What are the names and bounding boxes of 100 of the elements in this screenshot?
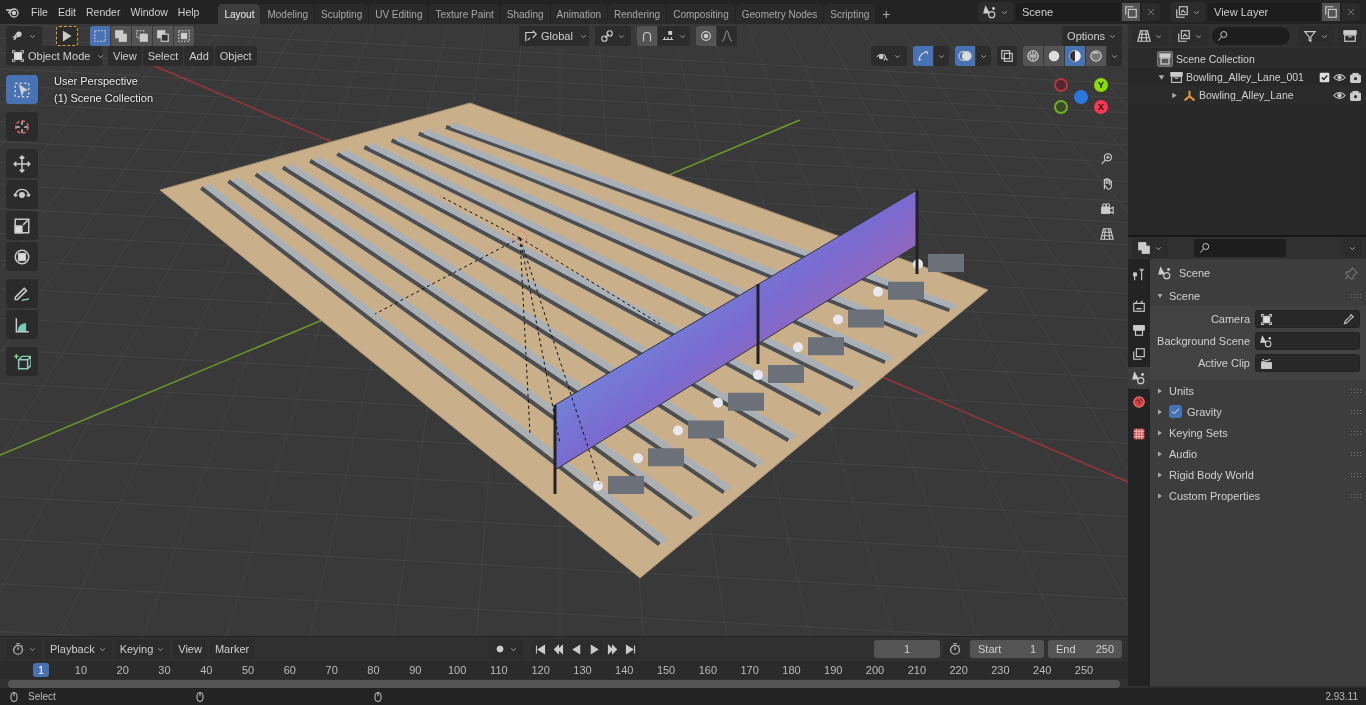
panel-header[interactable]: Rigid Body World [1169, 468, 1254, 481]
panel-header[interactable]: Units [1169, 384, 1195, 397]
workspace-tab[interactable]: Animation [550, 4, 607, 24]
transform-tool-button[interactable] [6, 242, 38, 271]
timeline-menu[interactable]: Marker [209, 639, 255, 659]
workspace-tab[interactable]: Rendering [608, 4, 667, 24]
measure-tool-button[interactable] [6, 310, 38, 339]
previous-keyframe-button[interactable] [550, 639, 568, 659]
data-field[interactable] [1255, 332, 1360, 350]
start-frame-field[interactable]: Start 1 [970, 640, 1044, 658]
play-button[interactable] [586, 639, 604, 659]
view-layer-dropdown[interactable] [1172, 26, 1208, 46]
end-frame-field[interactable]: End 250 [1048, 640, 1122, 658]
new-view-layer-button[interactable] [1322, 3, 1340, 21]
next-keyframe-button[interactable] [604, 639, 622, 659]
shading-mode-button[interactable] [1065, 46, 1085, 66]
options-dropdown[interactable]: Options [1062, 26, 1122, 46]
move-tool-button[interactable] [6, 149, 38, 178]
timeline-menu[interactable]: Playback [45, 639, 112, 659]
jump-end-button[interactable] [622, 639, 640, 659]
auto-keying-toggle[interactable] [489, 639, 524, 659]
viewport-menu[interactable]: View [108, 46, 142, 66]
falloff-dropdown[interactable] [717, 26, 738, 46]
selection-mode-button[interactable] [153, 26, 173, 46]
active-tool-button[interactable] [56, 26, 78, 46]
timeline-menu[interactable]: Keying [114, 639, 171, 659]
annotate-tool-button[interactable] [6, 279, 38, 308]
workspace-tab[interactable]: Sculpting [315, 4, 369, 24]
scene-name-field[interactable]: Scene [1016, 3, 1120, 21]
workspace-tab[interactable]: Shading [500, 4, 550, 24]
scene-browse-dropdown[interactable] [978, 2, 1014, 22]
play-reverse-button[interactable] [568, 639, 586, 659]
shading-mode-button[interactable] [1023, 46, 1043, 66]
orientation-dropdown[interactable]: Global [519, 26, 590, 46]
snap-toggle[interactable] [637, 26, 658, 46]
jump-start-button[interactable] [532, 639, 550, 659]
checkbox[interactable] [1169, 405, 1182, 418]
scale-tool-button[interactable] [6, 211, 38, 240]
viewport-menu[interactable]: Select [142, 46, 184, 66]
menu-item[interactable]: Window [125, 2, 173, 22]
view-layer-browse-dropdown[interactable] [1170, 2, 1206, 22]
panel-header[interactable]: Audio [1169, 447, 1198, 460]
viewport-menu[interactable]: Object [214, 46, 257, 66]
outliner-item[interactable]: Bowling_Alley_Lane_001 [1186, 71, 1304, 83]
display-mode-dropdown[interactable] [1132, 26, 1168, 46]
snap-dropdown[interactable] [658, 26, 691, 46]
selection-mode-button[interactable] [111, 26, 131, 46]
overlay-toggle-dropdown[interactable] [976, 46, 991, 66]
xray-toggle[interactable] [997, 46, 1017, 66]
viewport-menu[interactable]: Add [184, 46, 214, 66]
workspace-tab[interactable]: Geometry Nodes [735, 4, 824, 24]
workspace-tab[interactable]: Layout [218, 4, 261, 24]
gizmo-toggle-dropdown[interactable] [934, 46, 949, 66]
properties-tab[interactable] [1128, 367, 1150, 389]
editor-type-dropdown[interactable] [1132, 238, 1168, 258]
filter-dropdown[interactable] [1298, 26, 1334, 46]
selection-mode-button[interactable] [132, 26, 152, 46]
workspace-tab[interactable]: Texture Paint [429, 4, 500, 24]
overlay-toggle[interactable] [955, 46, 975, 66]
data-field[interactable] [1255, 310, 1360, 328]
panel-header[interactable]: Keying Sets [1169, 426, 1228, 439]
delete-view-layer-button[interactable] [1342, 3, 1360, 21]
workspace-tab[interactable]: Scripting [824, 4, 876, 24]
timeline-menu[interactable]: View [173, 639, 207, 659]
cursor-tool-button[interactable] [6, 112, 38, 141]
search-field[interactable] [1194, 239, 1286, 257]
shading-mode-button[interactable] [1044, 46, 1064, 66]
view-layer-name-field[interactable]: View Layer [1208, 3, 1320, 21]
menu-item[interactable]: Render [81, 2, 126, 22]
workspace-tab[interactable]: UV Editing [369, 4, 429, 24]
visibility-dropdown[interactable] [871, 46, 907, 66]
mode-dropdown[interactable]: Object Mode [6, 46, 102, 66]
editor-type-dropdown[interactable] [6, 26, 42, 46]
menu-item[interactable]: Help [172, 2, 205, 22]
panel-header[interactable]: Gravity [1187, 405, 1222, 418]
selection-mode-button[interactable] [174, 26, 194, 46]
scrollbar[interactable] [8, 680, 1120, 688]
workspace-tab[interactable]: Compositing [667, 4, 735, 24]
panel-header[interactable]: Scene [1169, 289, 1201, 302]
proportional-edit-toggle[interactable] [696, 26, 717, 46]
delete-scene-button[interactable] [1142, 3, 1160, 21]
rotate-tool-button[interactable] [6, 180, 38, 209]
current-frame-field[interactable]: 1 [874, 640, 940, 658]
menu-item[interactable]: File [26, 2, 53, 22]
new-collection-button[interactable] [1338, 26, 1362, 46]
gizmo-toggle[interactable] [913, 46, 933, 66]
add-workspace-button[interactable]: + [876, 4, 897, 24]
add-cube-tool-button[interactable] [6, 347, 38, 376]
search-field[interactable] [1212, 27, 1290, 45]
select-tool-button[interactable] [6, 75, 38, 104]
outliner-item[interactable]: Scene Collection [1176, 53, 1255, 65]
new-scene-button[interactable] [1122, 3, 1140, 21]
outliner-item[interactable]: Bowling_Alley_Lane [1199, 89, 1294, 101]
pivot-dropdown[interactable] [595, 26, 632, 46]
preview-range-toggle[interactable] [943, 639, 967, 659]
data-field[interactable] [1255, 354, 1360, 372]
panel-header[interactable]: Custom Properties [1169, 489, 1261, 502]
menu-item[interactable]: Edit [52, 2, 81, 22]
navigation-gizmo[interactable]: Y X [1052, 74, 1118, 130]
editor-type-dropdown[interactable] [6, 639, 42, 659]
